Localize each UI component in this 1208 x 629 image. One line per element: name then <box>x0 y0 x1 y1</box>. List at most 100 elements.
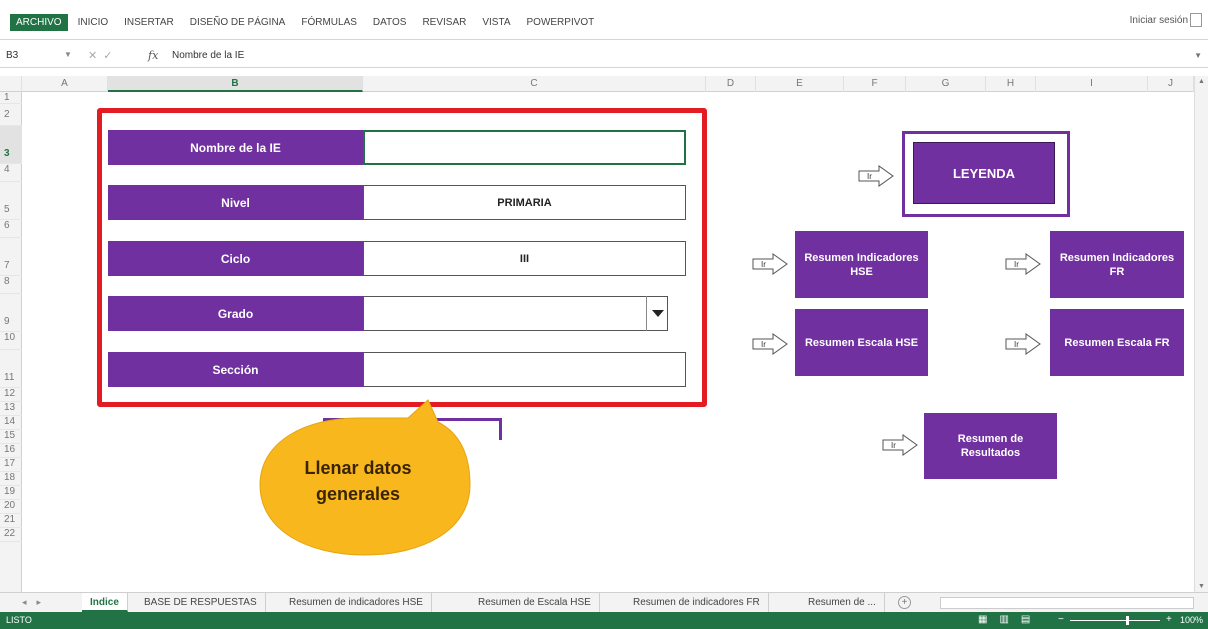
sheet-tab-base-respuestas[interactable]: BASE DE RESPUESTAS <box>136 593 266 612</box>
view-mode-icons[interactable]: ▦▥▤ <box>978 614 1042 625</box>
column-header-c[interactable]: C <box>363 76 706 92</box>
row-header[interactable]: 18 <box>0 472 22 486</box>
column-header-g[interactable]: G <box>906 76 986 92</box>
row-header[interactable]: 17 <box>0 458 22 472</box>
row-header[interactable]: 4 <box>0 164 22 182</box>
input-nivel[interactable]: PRIMARIA <box>363 185 686 220</box>
legend-button[interactable]: LEYENDA <box>913 142 1055 204</box>
tab-revisar[interactable]: REVISAR <box>416 14 472 31</box>
input-nombre-ie[interactable] <box>363 130 686 165</box>
zoom-slider[interactable] <box>1070 620 1160 621</box>
label-seccion: Sección <box>108 352 363 387</box>
row-header[interactable]: 1 <box>0 92 22 104</box>
scroll-down-icon[interactable]: ▼ <box>1198 583 1205 590</box>
row-header[interactable]: 21 <box>0 514 22 528</box>
column-headers: A B C D E F G H I J <box>0 76 1208 92</box>
tab-vista[interactable]: VISTA <box>476 14 516 31</box>
user-icon[interactable] <box>1190 13 1202 27</box>
status-ready: LISTO <box>6 615 32 625</box>
sheet-tab-resumen-indicadores-hse[interactable]: Resumen de indicadores HSE <box>281 593 432 612</box>
go-arrow-label: Ir <box>1014 340 1019 349</box>
horizontal-scrollbar[interactable] <box>940 597 1194 609</box>
column-header-e[interactable]: E <box>756 76 844 92</box>
row-header[interactable]: 6 <box>0 220 22 238</box>
tab-datos[interactable]: DATOS <box>367 14 413 31</box>
column-header-h[interactable]: H <box>986 76 1036 92</box>
sheet-tab-resumen-indicadores-fr[interactable]: Resumen de indicadores FR <box>625 593 769 612</box>
sheet-nav-arrows-icon[interactable]: ◂▸ <box>22 597 51 608</box>
go-arrow-icon[interactable]: Ir <box>882 434 918 456</box>
scroll-up-icon[interactable]: ▲ <box>1198 78 1205 85</box>
row-header[interactable]: 20 <box>0 500 22 514</box>
row-header[interactable]: 14 <box>0 416 22 430</box>
column-header-d[interactable]: D <box>706 76 756 92</box>
row-header[interactable]: 19 <box>0 486 22 500</box>
row-header[interactable]: 3 <box>0 126 22 164</box>
column-header-f[interactable]: F <box>844 76 906 92</box>
row-header[interactable]: 22 <box>0 528 22 542</box>
sheet-tab-resumen-escala-hse[interactable]: Resumen de Escala HSE <box>470 593 600 612</box>
sheet-tab-indice[interactable]: Indice <box>82 593 128 612</box>
ribbon: ARCHIVO INICIO INSERTAR DISEÑO DE PÁGINA… <box>0 0 1208 40</box>
row-header[interactable]: 15 <box>0 430 22 444</box>
input-grado[interactable] <box>363 296 668 331</box>
row-header[interactable]: 5 <box>0 182 22 220</box>
go-arrow-label: Ir <box>761 260 766 269</box>
zoom-level[interactable]: 100% <box>1180 615 1203 625</box>
row-header[interactable]: 11 <box>0 350 22 388</box>
resumen-escala-hse-button[interactable]: Resumen Escala HSE <box>795 309 928 376</box>
row-header[interactable]: 10 <box>0 332 22 350</box>
input-seccion[interactable] <box>363 352 686 387</box>
vertical-scrollbar[interactable]: ▲ ▼ <box>1194 76 1208 592</box>
row-header[interactable]: 8 <box>0 276 22 294</box>
go-arrow-icon[interactable]: Ir <box>1005 333 1041 355</box>
zoom-out-icon[interactable]: − <box>1058 614 1064 625</box>
input-ciclo[interactable]: III <box>363 241 686 276</box>
go-arrow-icon[interactable]: Ir <box>752 253 788 275</box>
cancel-confirm-icons[interactable]: ✕✓ <box>88 49 118 62</box>
tab-insertar[interactable]: INSERTAR <box>118 14 180 31</box>
go-arrow-label: Ir <box>761 340 766 349</box>
resumen-escala-fr-button[interactable]: Resumen Escala FR <box>1050 309 1184 376</box>
tab-formulas[interactable]: FÓRMULAS <box>295 14 363 31</box>
column-header-i[interactable]: I <box>1036 76 1148 92</box>
formula-bar: B3 ▼ ✕✓ fx Nombre de la IE ▼ <box>0 46 1208 68</box>
signin-link[interactable]: Iniciar sesión <box>1130 15 1188 26</box>
label-nombre-ie: Nombre de la IE <box>108 130 363 165</box>
expand-formula-icon[interactable]: ▼ <box>1194 51 1202 60</box>
column-header-a[interactable]: A <box>22 76 108 92</box>
go-arrow-icon[interactable]: Ir <box>752 333 788 355</box>
status-bar: LISTO ▦▥▤ − + 100% <box>0 612 1208 629</box>
zoom-in-icon[interactable]: + <box>1166 614 1172 625</box>
column-header-j[interactable]: J <box>1148 76 1194 92</box>
resumen-resultados-button[interactable]: Resumen de Resultados <box>924 413 1057 479</box>
label-nivel: Nivel <box>108 185 363 220</box>
row-header[interactable]: 9 <box>0 294 22 332</box>
ribbon-tabs: ARCHIVO INICIO INSERTAR DISEÑO DE PÁGINA… <box>0 12 604 32</box>
row-header[interactable]: 13 <box>0 402 22 416</box>
tab-inicio[interactable]: INICIO <box>72 14 115 31</box>
chevron-down-icon <box>651 310 664 317</box>
sheet-tab-more[interactable]: Resumen de ... <box>800 593 885 612</box>
add-sheet-icon[interactable]: + <box>898 596 911 609</box>
tab-archivo[interactable]: ARCHIVO <box>10 13 68 31</box>
go-arrow-icon[interactable]: Ir <box>1005 253 1041 275</box>
resumen-indicadores-hse-button[interactable]: Resumen Indicadores HSE <box>795 231 928 298</box>
tab-diseno-pagina[interactable]: DISEÑO DE PÁGINA <box>184 14 292 31</box>
name-box[interactable]: B3 <box>6 50 56 61</box>
row-header[interactable]: 7 <box>0 238 22 276</box>
tab-powerpivot[interactable]: POWERPIVOT <box>521 14 601 31</box>
row-header[interactable]: 16 <box>0 444 22 458</box>
go-arrow-label: Ir <box>867 172 872 181</box>
go-arrow-icon[interactable]: Ir <box>858 165 894 187</box>
row-header[interactable]: 12 <box>0 388 22 402</box>
row-header[interactable]: 2 <box>0 104 22 126</box>
resumen-indicadores-fr-button[interactable]: Resumen Indicadores FR <box>1050 231 1184 298</box>
select-all-corner[interactable] <box>0 76 22 92</box>
zoom-slider-thumb[interactable] <box>1126 616 1129 625</box>
chevron-down-icon[interactable]: ▼ <box>64 50 72 59</box>
column-header-b[interactable]: B <box>108 76 363 92</box>
function-icon[interactable]: fx <box>148 49 158 62</box>
dropdown-button[interactable] <box>646 296 668 331</box>
formula-input[interactable]: Nombre de la IE <box>172 50 244 61</box>
